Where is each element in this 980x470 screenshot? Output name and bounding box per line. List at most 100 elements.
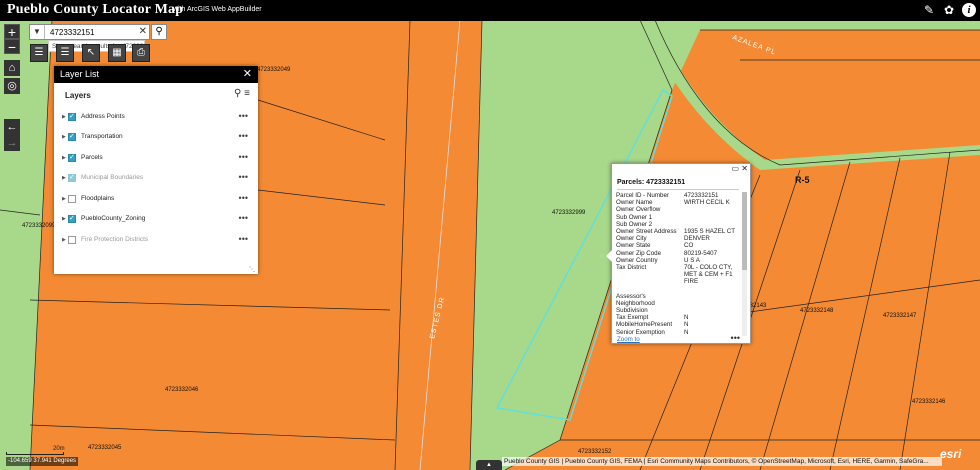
draw-icon[interactable]: ✿ [942,3,956,17]
print-button[interactable]: ⎙ [132,44,150,62]
more-options-icon[interactable]: ••• [239,151,248,163]
more-options-icon[interactable]: ••• [239,233,248,245]
attribute-key: Tax District [616,263,647,271]
more-options-icon[interactable]: ••• [239,212,248,224]
info-icon[interactable]: i [962,3,976,17]
attribute-key: Tax Exempt [616,314,649,322]
popup-title: Parcels: 4723332151 [617,179,686,186]
search-source-dropdown[interactable]: ▼ [30,25,45,39]
layer-checkbox[interactable] [68,131,76,143]
maximize-icon[interactable]: ▭ [732,164,740,173]
scale-bar [6,452,64,455]
attribute-value: 1935 S HAZEL CT [684,227,736,235]
layer-list-panel: Layer List ✕ Layers ⚲ ≡ ▶ Address Points… [54,66,258,274]
attribute-key: Owner Street Address [616,227,677,235]
search-input[interactable] [50,26,140,38]
attribute-value: MET & CEM + F1 [684,271,733,279]
home-button[interactable]: ⌂ [4,60,20,76]
expand-arrow-icon[interactable]: ▶ [62,152,66,164]
more-options-icon[interactable]: ••• [239,171,248,183]
attribute-key: Sub Owner 1 [616,213,653,221]
attribute-value: WIRTH CECIL K [684,199,730,207]
coordinate-readout: -104.659 37.941 Degrees [6,457,79,466]
resize-handle-icon[interactable]: ⋱ [249,266,255,273]
attribute-key: MobileHomePresent [616,321,673,329]
attribute-key: Owner Zip Code [616,249,662,257]
expand-arrow-icon[interactable]: ▶ [62,193,66,205]
attribute-key: Owner City [616,235,647,243]
layer-checkbox[interactable] [68,195,76,203]
layer-label: Floodplains [81,195,115,202]
more-options-icon[interactable]: ••• [239,130,248,142]
layer-item-floodplains[interactable]: ▶ Floodplains ••• [62,193,250,205]
basemap-gallery-button[interactable]: ☰ [56,44,74,62]
layer-list-tools: ⚲ ≡ [234,88,250,99]
attribute-row: Owner Name WIRTH CECIL K [616,199,742,206]
layer-item-parcels[interactable]: ▶ Parcels ••• [62,152,250,164]
attribute-table-toggle[interactable]: ▲ [476,460,502,470]
close-icon[interactable]: ✕ [741,164,748,173]
layer-checkbox[interactable] [68,172,76,184]
layer-item-transportation[interactable]: ▶ Transportation ••• [62,131,250,143]
layer-checkbox[interactable] [68,213,76,225]
zoom-out-button[interactable]: − [4,39,20,54]
popup-scrollbar[interactable] [742,192,747,336]
layer-checkbox[interactable] [68,111,76,123]
popup-pointer [606,250,612,262]
table-button[interactable]: ▦ [108,44,126,62]
attribute-key: Assessor's [616,292,646,300]
parcel-label: 4723332045 [88,445,122,451]
more-options-icon[interactable]: ••• [239,192,248,204]
attribute-value: N [684,314,689,322]
attribute-row: Parcel ID - Number 4723332151 [616,192,742,199]
attribute-row: FIRE [616,278,742,285]
attribute-row: Senior Exemption N [616,329,742,336]
layer-label: Address Points [81,113,125,120]
attribute-row: Tax District 70L - COLO CTY, [616,264,742,271]
search-clear-icon[interactable]: ✕ [139,25,147,39]
chevron-up-icon: ▲ [486,462,492,468]
previous-extent-button[interactable]: ← [4,119,20,135]
attribute-key: Owner Overflow [616,206,661,214]
attribute-value: N [684,328,689,336]
attribute-value: U S A [684,256,700,264]
app-subtitle: with ArcGIS Web AppBuilder [173,6,262,13]
more-options-icon[interactable]: ••• [731,333,740,343]
layers-section-label: Layers [65,91,91,100]
attribute-value: N [684,321,689,329]
layer-item-address-points[interactable]: ▶ Address Points ••• [62,111,250,123]
select-tool-button[interactable]: ↖ [82,44,100,62]
close-icon[interactable]: ✕ [243,66,252,83]
layer-item-fire-protection[interactable]: ▶ Fire Protection Districts ••• [62,234,250,246]
parcel-label: 4723332146 [912,399,946,405]
attribute-row: Owner City DENVER [616,235,742,242]
layer-list-button[interactable]: ☰ [30,44,48,62]
attribution-text[interactable]: Pueblo County GIS | Pueblo County GIS, F… [502,457,942,466]
layer-label: Municipal Boundaries [81,174,144,181]
next-extent-button[interactable]: → [4,135,20,151]
layer-checkbox[interactable] [68,152,76,164]
zoom-to-link[interactable]: Zoom to [617,336,640,343]
search-button[interactable]: ⚲ [151,24,167,40]
attribute-row: Tax Exempt N [616,314,742,321]
scrollbar-thumb[interactable] [742,192,747,270]
layer-checkbox[interactable] [68,236,76,244]
search-icon[interactable]: ⚲ [234,88,241,99]
attribute-row: Neighborhood [616,300,742,307]
zoom-in-button[interactable]: + [4,24,20,39]
more-options-icon[interactable]: ••• [239,110,248,122]
search-widget: ▼ ✕ [29,24,150,40]
expand-arrow-icon[interactable]: ▶ [62,172,66,184]
expand-arrow-icon[interactable]: ▶ [62,234,66,246]
expand-arrow-icon[interactable]: ▶ [62,111,66,123]
locate-button[interactable]: ◎ [4,78,20,94]
layer-item-municipal-boundaries[interactable]: ▶ Municipal Boundaries ••• [62,172,250,184]
menu-icon[interactable]: ≡ [244,88,250,99]
layer-item-zoning[interactable]: ▶ PuebloCounty_Zoning ••• [62,213,250,225]
expand-arrow-icon[interactable]: ▶ [62,131,66,143]
parcel-label: 4723332099 [22,223,56,229]
parcel-label: 4723332148 [800,308,834,314]
measure-icon[interactable]: ✎ [922,3,936,17]
expand-arrow-icon[interactable]: ▶ [62,213,66,225]
attribute-key: Parcel ID - Number [616,192,669,199]
